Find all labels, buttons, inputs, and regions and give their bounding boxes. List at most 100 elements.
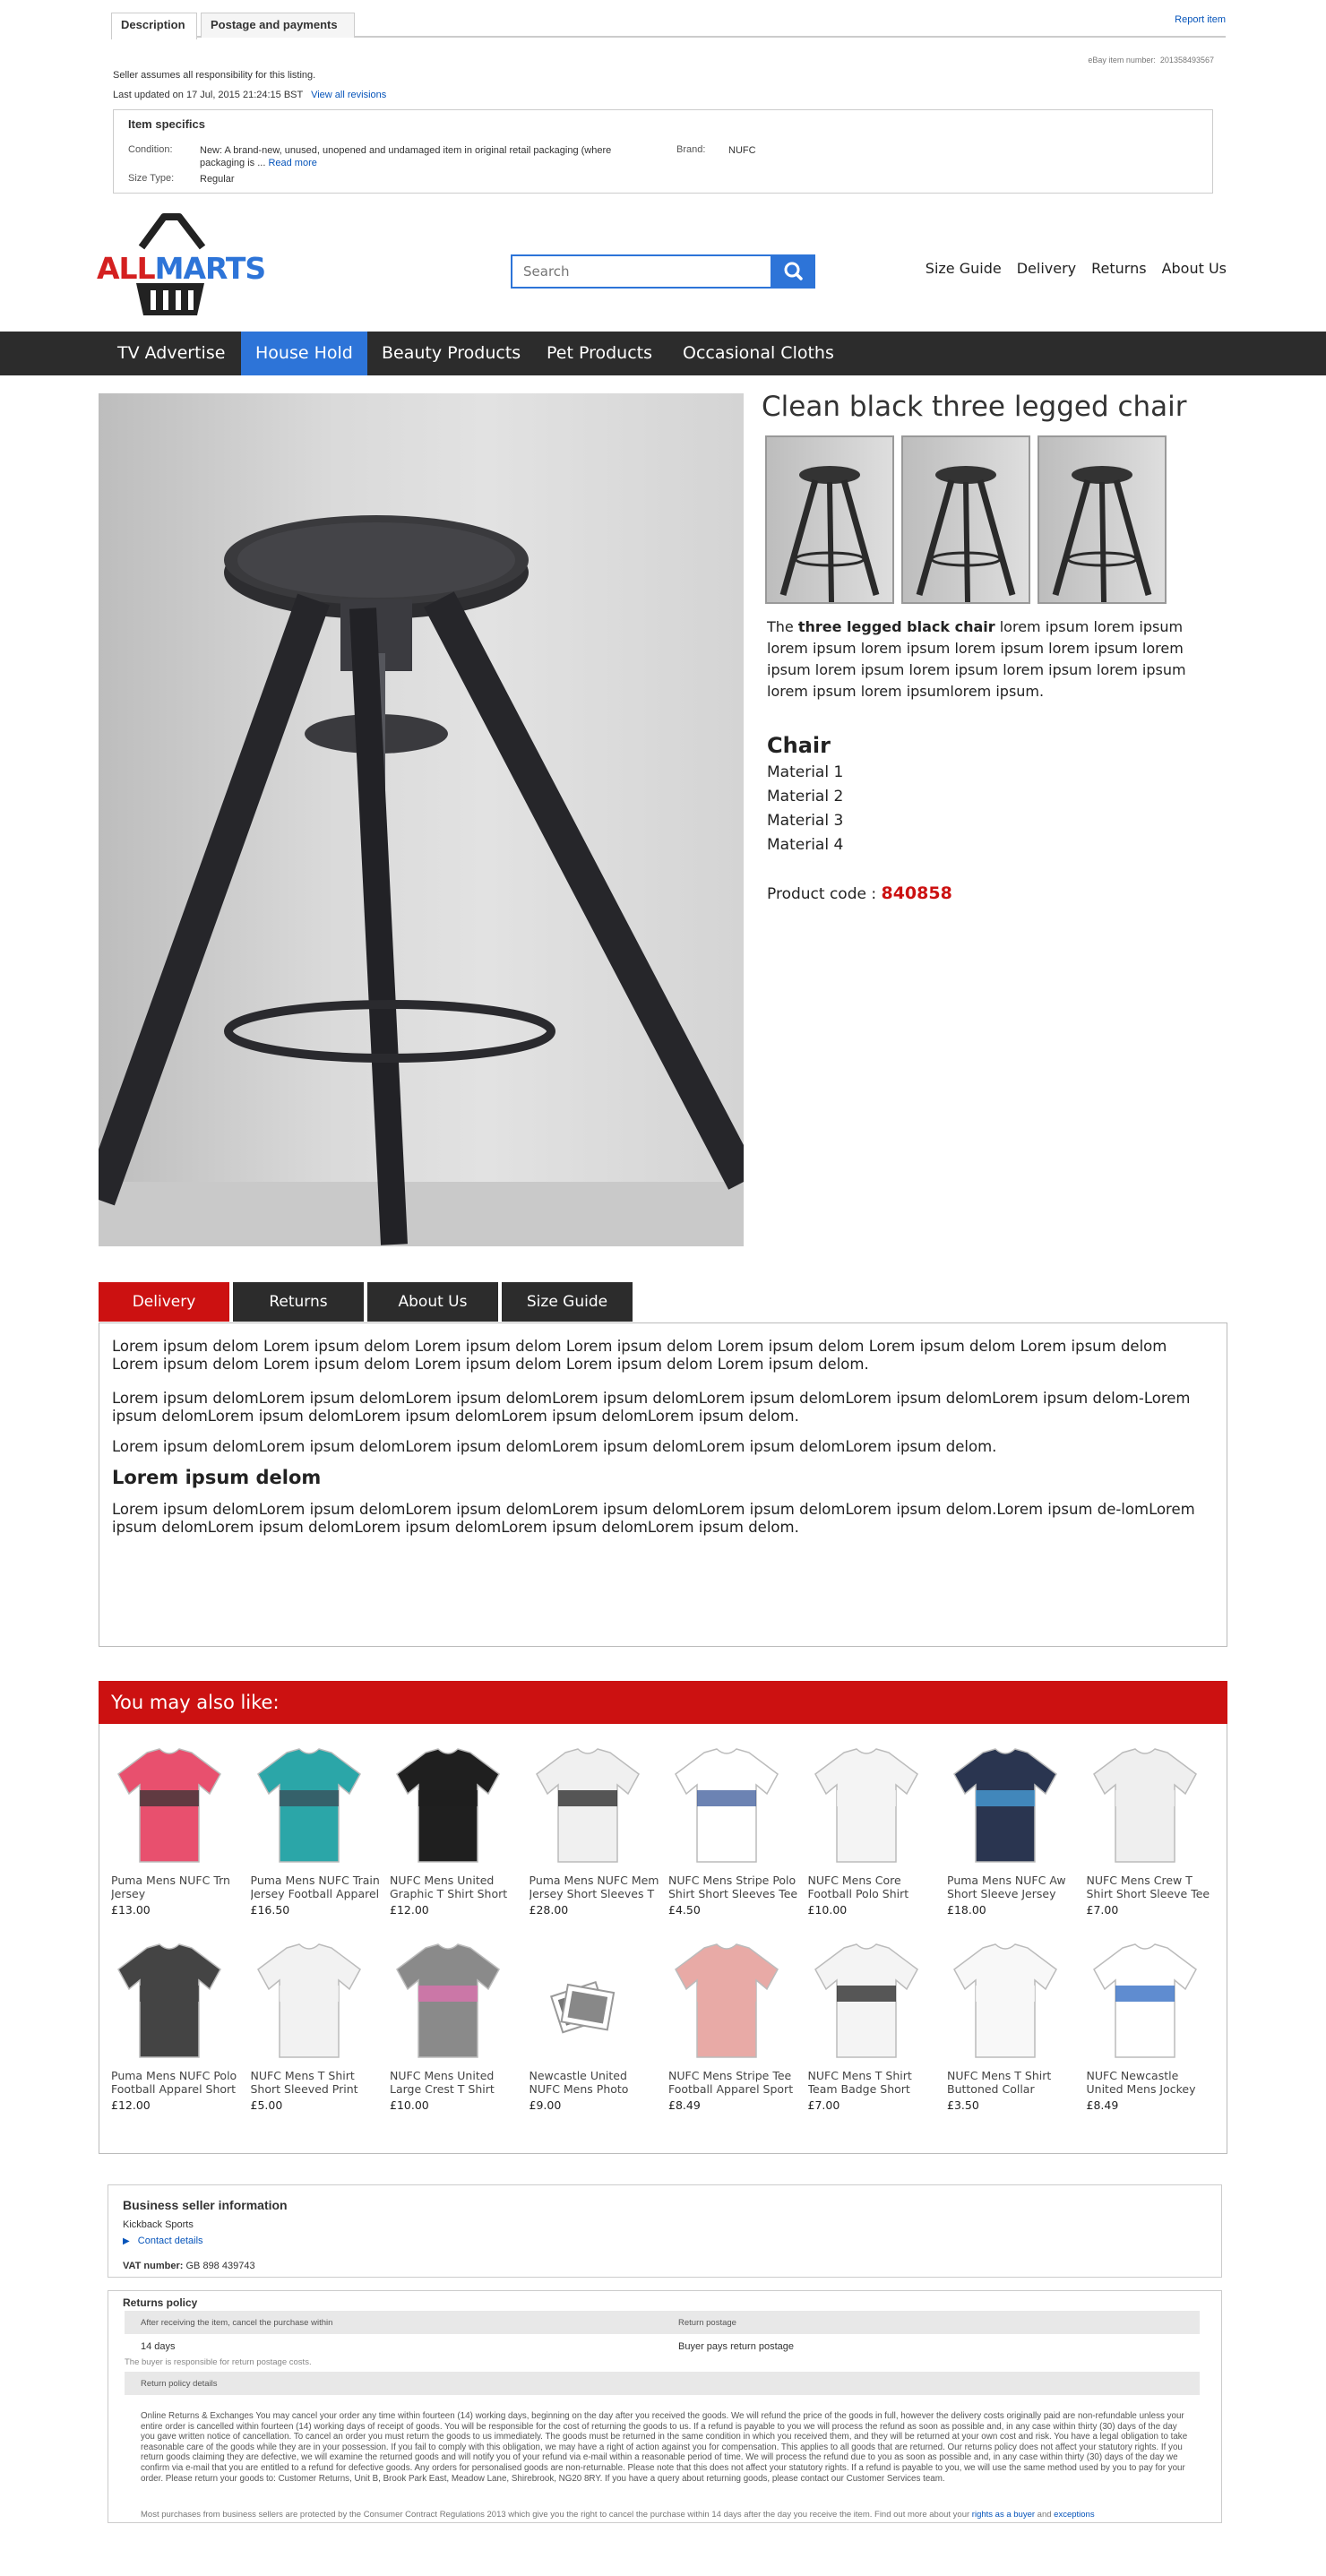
product-image[interactable] xyxy=(530,1744,646,1865)
product-card[interactable]: NUFC Newcastle United Mens Jockey Polo S… xyxy=(1087,1939,1218,2112)
product-image[interactable] xyxy=(808,1939,925,2061)
product-card[interactable]: Puma Mens NUFC Mem Jersey Short Sleeves … xyxy=(530,1744,660,1917)
nav-pet-products[interactable]: Pet Products xyxy=(532,332,667,375)
product-name[interactable]: NUFC Mens United Graphic T Shirt Short xyxy=(390,1874,521,1900)
rights-as-buyer-link[interactable]: rights as a buyer xyxy=(972,2510,1035,2520)
shirt-icon xyxy=(396,1748,500,1863)
exceptions-link[interactable]: exceptions xyxy=(1054,2510,1094,2520)
product-name[interactable]: NUFC Mens T Shirt Buttoned Collar xyxy=(947,2069,1078,2096)
product-card[interactable]: Puma Mens NUFC Trn Jersey £13.00 xyxy=(111,1744,242,1917)
search-input[interactable] xyxy=(512,256,771,287)
link-about-us[interactable]: About Us xyxy=(1162,260,1227,277)
product-card[interactable]: NUFC Mens United Large Crest T Shirt Sho… xyxy=(390,1939,521,2112)
product-price: £8.49 xyxy=(668,2098,701,2112)
product-name[interactable]: NUFC Mens Stripe Polo Shirt Short Sleeve… xyxy=(668,1874,799,1900)
returns-col2-header: Return postage xyxy=(678,2318,736,2328)
product-price: £7.00 xyxy=(1086,1903,1119,1917)
product-card[interactable]: NUFC Mens T Shirt Short Sleeved Print Co… xyxy=(251,1939,382,2112)
link-delivery[interactable]: Delivery xyxy=(1017,260,1076,277)
product-name[interactable]: Puma Mens NUFC Train Jersey Football App… xyxy=(251,1874,382,1900)
product-image[interactable] xyxy=(947,1939,1063,2061)
view-revisions-link[interactable]: View all revisions xyxy=(311,90,386,100)
nav-house-hold[interactable]: House Hold xyxy=(241,332,367,375)
returns-col1-header: After receiving the item, cancel the pur… xyxy=(141,2318,333,2328)
product-image[interactable] xyxy=(251,1744,367,1865)
product-name[interactable]: Newcastle United NUFC Mens Photo Tshirt … xyxy=(530,2069,660,2096)
product-image[interactable] xyxy=(111,1744,228,1865)
link-size-guide[interactable]: Size Guide xyxy=(926,260,1002,277)
contact-details[interactable]: ▶ Contact details xyxy=(123,2236,203,2246)
nav-beauty-products[interactable]: Beauty Products xyxy=(367,332,535,375)
product-name[interactable]: NUFC Mens United Large Crest T Shirt Sho… xyxy=(390,2069,521,2096)
product-price: £13.00 xyxy=(111,1903,151,1917)
product-name[interactable]: Puma Mens NUFC Trn Jersey xyxy=(111,1874,242,1900)
product-card[interactable]: NUFC Mens T Shirt Team Badge Short Sleev… xyxy=(808,1939,939,2112)
product-image[interactable] xyxy=(1087,1939,1203,2061)
search-button[interactable] xyxy=(772,254,815,289)
allmarts-logo[interactable]: ALLMARTS xyxy=(97,211,266,319)
product-code-value: 840858 xyxy=(881,883,952,903)
product-image[interactable] xyxy=(668,1939,785,2061)
returns-footer-and: and xyxy=(1037,2510,1052,2520)
nav-occasional-cloths[interactable]: Occasional Cloths xyxy=(668,332,848,375)
product-image[interactable] xyxy=(530,1939,646,2061)
returns-payer: Buyer pays return postage xyxy=(678,2341,795,2352)
product-card[interactable]: Puma Mens NUFC Train Jersey Football App… xyxy=(251,1744,382,1917)
product-name[interactable]: NUFC Newcastle United Mens Jockey Polo S… xyxy=(1087,2069,1218,2096)
link-returns[interactable]: Returns xyxy=(1091,260,1146,277)
product-card[interactable]: Puma Mens NUFC Polo Football Apparel Sho… xyxy=(111,1939,242,2112)
delivery-paragraph: Lorem ipsum delom Lorem ipsum delom Lore… xyxy=(112,1338,1167,1373)
shirt-icon xyxy=(396,1943,500,2058)
report-item-link[interactable]: Report item xyxy=(1175,14,1226,25)
stool-thumbnail xyxy=(916,466,1016,602)
tab-description[interactable]: Description xyxy=(111,13,197,39)
product-name[interactable]: NUFC Mens T Shirt Team Badge Short Sleev… xyxy=(808,2069,939,2096)
product-image[interactable] xyxy=(390,1744,506,1865)
product-image[interactable] xyxy=(947,1744,1063,1865)
product-name[interactable]: NUFC Mens Stripe Tee Football Apparel Sp… xyxy=(668,2069,799,2096)
search-box xyxy=(511,254,772,289)
tab-delivery[interactable]: Delivery xyxy=(99,1282,229,1322)
product-name[interactable]: NUFC Mens Crew T Shirt Short Sleeve Tee … xyxy=(1087,1874,1218,1900)
product-name[interactable]: Puma Mens NUFC Polo Football Apparel Sho… xyxy=(111,2069,242,2096)
product-image[interactable] xyxy=(390,1939,506,2061)
product-card[interactable]: NUFC Mens Core Football Polo Shirt Short… xyxy=(808,1744,939,1917)
material-item: Material 1 xyxy=(767,763,844,781)
product-image[interactable] xyxy=(668,1744,785,1865)
vat-number: VAT number: GB 898 439743 xyxy=(123,2261,255,2271)
product-card[interactable]: NUFC Mens Stripe Tee Football Apparel Sp… xyxy=(668,1939,799,2112)
read-more-link[interactable]: Read more xyxy=(268,158,316,168)
product-description: The three legged black chair lorem ipsum… xyxy=(767,616,1227,702)
tab-postage-payments[interactable]: Postage and payments xyxy=(201,13,355,38)
desc-pre: The xyxy=(767,618,798,635)
contact-details-link[interactable]: Contact details xyxy=(138,2236,203,2246)
shirt-icon xyxy=(256,1943,361,2058)
product-image[interactable] xyxy=(1087,1744,1203,1865)
product-card[interactable]: NUFC Mens T Shirt Buttoned Collar £3.50 xyxy=(947,1939,1078,2112)
product-image[interactable] xyxy=(111,1939,228,2061)
tab-about-us[interactable]: About Us xyxy=(367,1282,498,1322)
condition-value: New: A brand-new, unused, unopened and u… xyxy=(200,144,648,169)
product-name[interactable]: Puma Mens NUFC Aw Short Sleeve Jersey xyxy=(947,1874,1078,1900)
product-card[interactable]: Newcastle United NUFC Mens Photo Tshirt … xyxy=(530,1939,660,2112)
product-code: Product code : 840858 xyxy=(767,883,952,903)
product-card[interactable]: Puma Mens NUFC Aw Short Sleeve Jersey £18… xyxy=(947,1744,1078,1917)
tab-size-guide[interactable]: Size Guide xyxy=(502,1282,633,1322)
nav-tv-advertise[interactable]: TV Advertise xyxy=(103,332,239,375)
product-name[interactable]: NUFC Mens Core Football Polo Shirt Short xyxy=(808,1874,939,1900)
product-card[interactable]: NUFC Mens Crew T Shirt Short Sleeve Tee … xyxy=(1087,1744,1218,1917)
product-price: £9.00 xyxy=(529,2098,562,2112)
product-image[interactable] xyxy=(251,1939,367,2061)
product-thumbnail-2[interactable] xyxy=(901,435,1030,604)
shirt-icon xyxy=(953,1748,1057,1863)
product-thumbnail-1[interactable] xyxy=(765,435,894,604)
product-card[interactable]: NUFC Mens United Graphic T Shirt Short £1… xyxy=(390,1744,521,1917)
product-main-image[interactable] xyxy=(99,393,744,1246)
product-thumbnail-3[interactable] xyxy=(1038,435,1167,604)
product-name[interactable]: Puma Mens NUFC Mem Jersey Short Sleeves … xyxy=(530,1874,660,1900)
product-name[interactable]: NUFC Mens T Shirt Short Sleeved Print Co… xyxy=(251,2069,382,2096)
product-card[interactable]: NUFC Mens Stripe Polo Shirt Short Sleeve… xyxy=(668,1744,799,1917)
brand-label: Brand: xyxy=(676,144,706,155)
product-image[interactable] xyxy=(808,1744,925,1865)
tab-returns[interactable]: Returns xyxy=(233,1282,364,1322)
